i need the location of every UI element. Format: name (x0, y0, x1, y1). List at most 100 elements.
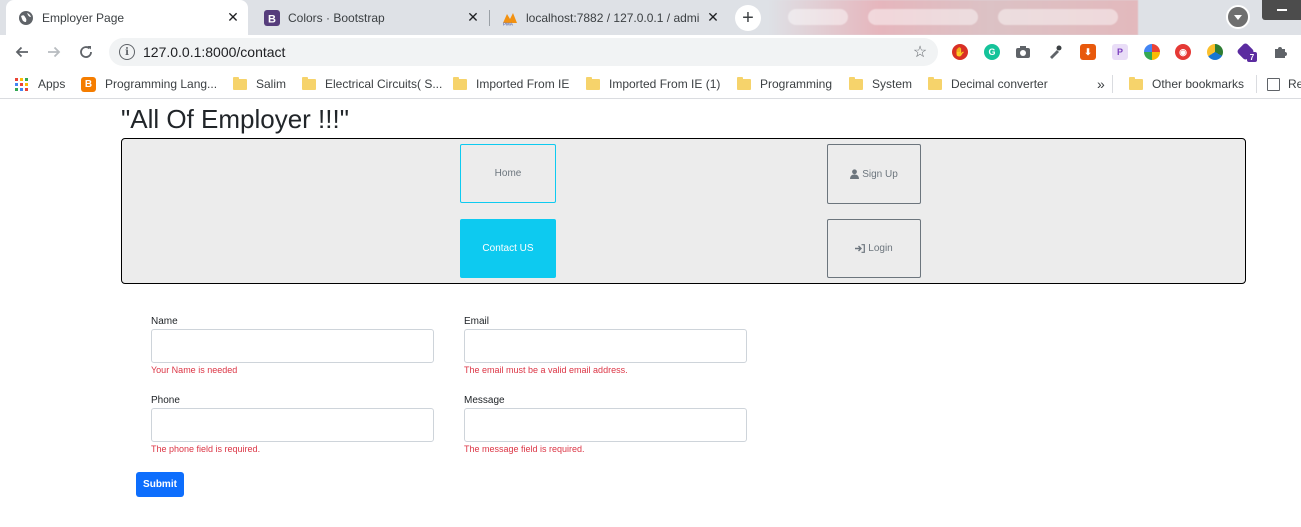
folder-icon (586, 76, 600, 90)
close-tab-icon[interactable]: ✕ (704, 9, 722, 27)
new-tab-button[interactable]: + (735, 5, 761, 31)
name-input[interactable] (151, 329, 434, 363)
message-input[interactable] (464, 408, 747, 442)
blurred-tab (998, 9, 1118, 25)
bookmark-label: Electrical Circuits( S... (325, 77, 443, 91)
svg-text:B: B (268, 13, 276, 25)
email-input[interactable] (464, 329, 747, 363)
signup-nav-button[interactable]: Sign Up (827, 144, 921, 204)
eyedropper-extension-icon[interactable] (1047, 44, 1063, 60)
tab-phpmyadmin[interactable]: PMA localhost:7882 / 127.0.0.1 / admi ✕ (490, 0, 728, 35)
bookmarks-divider (1256, 75, 1257, 93)
site-info-icon[interactable]: i (119, 44, 135, 60)
reload-icon[interactable] (74, 40, 98, 64)
login-nav-button[interactable]: Login (827, 219, 921, 278)
bookmark-label: Salim (256, 77, 287, 91)
grammarly-extension-icon[interactable]: G (984, 44, 1000, 60)
svg-text:PMA: PMA (503, 21, 514, 26)
tab-employer-page[interactable]: Employer Page ✕ (6, 0, 248, 35)
camera-extension-icon[interactable] (1015, 44, 1031, 60)
tab-title: Employer Page (42, 10, 125, 25)
blurred-tab (788, 9, 848, 25)
bookmark-imported-from-ie[interactable]: Imported From IE (453, 75, 569, 93)
screen-recorder-extension-icon[interactable]: ◉ (1175, 44, 1191, 60)
bookmarks-divider (1112, 75, 1113, 93)
adblock-extension-icon[interactable]: ✋ (952, 44, 968, 60)
folder-icon (302, 76, 316, 90)
reading-list-label: Re (1288, 77, 1301, 91)
folder-icon (849, 76, 863, 90)
browser-toolbar: i 127.0.0.1:8000/contact ☆ ✋ G ⬇ P ◉ 7 (0, 35, 1301, 69)
close-tab-icon[interactable]: ✕ (224, 9, 242, 27)
back-arrow-icon[interactable] (10, 40, 34, 64)
folder-icon (233, 76, 247, 90)
apps-grid-icon (15, 77, 28, 91)
reading-list-button[interactable]: Re (1267, 75, 1301, 93)
bookmark-label: Programming Lang... (105, 77, 218, 91)
bookmark-label: Imported From IE (476, 77, 570, 91)
message-error: The message field is required. (464, 444, 585, 454)
bookmark-electrical-circuits[interactable]: Electrical Circuits( S... (302, 75, 442, 93)
bookmark-programming[interactable]: Programming (737, 75, 832, 93)
bookmark-programming-lang[interactable]: B Programming Lang... (81, 75, 217, 93)
color-picker-extension-icon[interactable] (1144, 44, 1160, 60)
bookmarks-bar: Apps B Programming Lang... Salim Electri… (0, 69, 1301, 99)
tab-search-icon[interactable] (1226, 5, 1250, 29)
tab-colors-bootstrap[interactable]: B Colors · Bootstrap ✕ (252, 0, 488, 35)
world-extension-icon[interactable] (1207, 44, 1223, 60)
bookmark-star-icon[interactable]: ☆ (910, 42, 930, 62)
bookmark-other-bookmarks[interactable]: Other bookmarks (1129, 75, 1244, 93)
phone-input[interactable] (151, 408, 434, 442)
globe-icon (18, 10, 34, 26)
name-error: Your Name is needed (151, 365, 238, 375)
name-label: Name (151, 316, 178, 327)
folder-icon (453, 76, 467, 90)
user-icon (850, 169, 860, 179)
bookmark-apps[interactable]: Apps (15, 75, 65, 93)
navigation-panel: Home Sign Up Contact US Login (121, 138, 1246, 284)
tab-title: Colors · Bootstrap (288, 10, 385, 25)
bookmarks-overflow-chevron-icon[interactable]: » (1097, 75, 1105, 93)
window-minimize-button[interactable] (1262, 0, 1301, 20)
email-error: The email must be a valid email address. (464, 365, 628, 375)
close-tab-icon[interactable]: ✕ (464, 9, 482, 27)
tab-title: localhost:7882 / 127.0.0.1 / admi (526, 10, 700, 25)
bootstrap-icon: B (264, 9, 280, 26)
home-nav-button[interactable]: Home (460, 144, 556, 203)
tab-strip: Employer Page ✕ B Colors · Bootstrap ✕ P… (0, 0, 1301, 35)
phpmyadmin-icon: PMA (502, 10, 518, 26)
signup-nav-label: Sign Up (862, 168, 898, 180)
page-title: "All Of Employer !!!" (121, 104, 349, 134)
forward-arrow-icon[interactable] (42, 40, 66, 64)
submit-button[interactable]: Submit (136, 472, 184, 497)
message-label: Message (464, 395, 505, 406)
url-text: 127.0.0.1:8000/contact (143, 44, 286, 60)
blogger-icon: B (81, 76, 96, 92)
email-label: Email (464, 316, 490, 327)
download-extension-icon[interactable]: ⬇ (1080, 44, 1096, 60)
contact-us-nav-label: Contact US (482, 243, 534, 254)
bookmark-label: Decimal converter (951, 77, 1048, 91)
bookmark-label: Apps (38, 77, 66, 91)
bookmark-label: Other bookmarks (1152, 77, 1245, 91)
reading-list-icon (1267, 77, 1280, 91)
folder-icon (928, 76, 942, 90)
folder-icon (1129, 76, 1143, 90)
bookmark-decimal-converter[interactable]: Decimal converter (928, 75, 1048, 93)
login-nav-label: Login (868, 243, 893, 254)
home-nav-label: Home (494, 168, 522, 179)
bookmark-label: System (872, 77, 913, 91)
bookmark-label: Programming (760, 77, 833, 91)
phone-label: Phone (151, 395, 180, 406)
bookmark-label: Imported From IE (1) (609, 77, 721, 91)
extension-badge: 7 (1247, 52, 1257, 62)
bookmark-system[interactable]: System (849, 75, 912, 93)
blurred-tab (868, 9, 978, 25)
sign-in-icon (855, 244, 866, 253)
contact-us-nav-button[interactable]: Contact US (460, 219, 556, 278)
address-bar[interactable]: i 127.0.0.1:8000/contact ☆ (109, 38, 938, 66)
bookmark-imported-from-ie-1[interactable]: Imported From IE (1) (586, 75, 720, 93)
puzzle-extensions-icon[interactable] (1272, 44, 1288, 60)
bookmark-salim[interactable]: Salim (233, 75, 286, 93)
pdf-extension-icon[interactable]: P (1112, 44, 1128, 60)
